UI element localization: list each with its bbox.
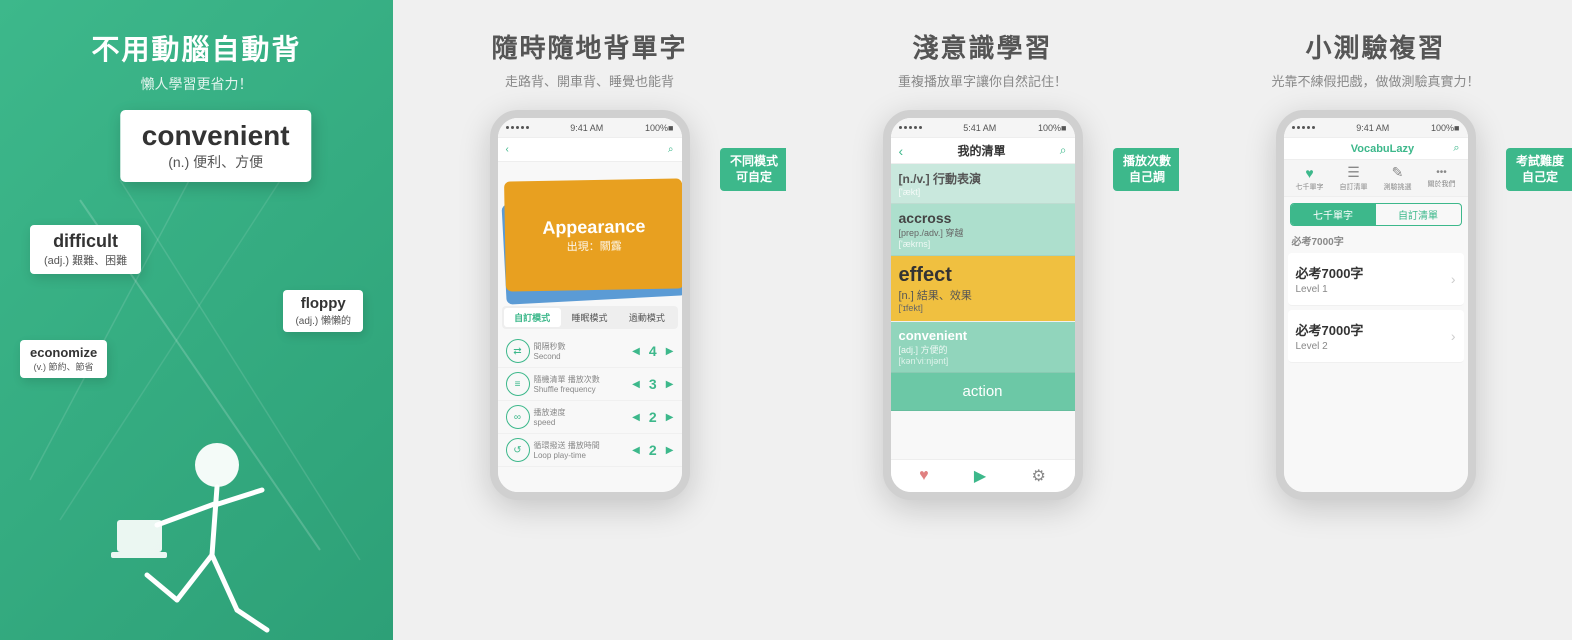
list-row-1[interactable]: 必考7000字 Level 1 › xyxy=(1288,253,1464,306)
word-zh-convenient: (n.) 便利、方便 xyxy=(142,152,290,172)
phone-3-header: ‹ 我的清單 ⌕ xyxy=(891,138,1075,164)
heart-icon[interactable]: ♥ xyxy=(919,467,929,485)
tab-custom[interactable]: 自訂模式 xyxy=(504,308,561,327)
phone-2-statusbar: 9:41 AM 100%■ xyxy=(498,118,682,138)
ctrl-num-4: ◀ 2 ▶ xyxy=(632,442,673,458)
ctrl-inc-2[interactable]: ▶ xyxy=(666,379,674,390)
ctrl-row-3: ∞ 播放速度 speed ◀ 2 ▶ xyxy=(498,401,682,434)
settings-icon[interactable]: ⚙ xyxy=(1032,466,1046,486)
word-card-economize: economize (v.) 節約、節省 xyxy=(20,340,107,378)
panel-1: 不用動腦自動背 懶人學習更省力！ convenient (n.) 便利、方便 d… xyxy=(0,0,393,640)
ctrl-row-1: ⇄ 間隔秒數 Second ◀ 4 ▶ xyxy=(498,335,682,368)
panel-3: 淺意識學習 重複播放單字讓你自然記住！ 播放次數 自己調 5:41 AM 100… xyxy=(786,0,1179,640)
nav-custom-list[interactable]: ☰ 自訂清單 xyxy=(1340,164,1368,192)
ctrl-icon-1: ⇄ xyxy=(506,339,530,363)
word-card-convenient: convenient (n.) 便利、方便 xyxy=(120,110,312,182)
panel-1-title: 不用動腦自動背 xyxy=(91,28,301,68)
ctrl-num-2: ◀ 3 ▶ xyxy=(632,376,673,392)
search-icon-p2[interactable]: ⌕ xyxy=(668,144,674,155)
stick-figure xyxy=(97,415,297,640)
ctrl-inc-1[interactable]: ▶ xyxy=(666,346,674,357)
panel-3-badge: 播放次數 自己調 xyxy=(1113,148,1179,191)
ctrl-dec-4[interactable]: ◀ xyxy=(632,445,640,456)
phone-3-bottom-bar: ♥ ▶ ⚙ xyxy=(891,459,1075,492)
ctrl-dec-2[interactable]: ◀ xyxy=(632,379,640,390)
list-item-3: effect [n.] 結果、效果 ['ɪfekt] xyxy=(891,256,1075,322)
nav-about[interactable]: ••• 關於我們 xyxy=(1428,167,1456,189)
panel-1-subtitle: 懶人學習更省力！ xyxy=(141,74,253,94)
phone-4-nav-icons: ♥ 七千單字 ☰ 自訂清單 ✎ 測驗挑選 ••• 關於我們 xyxy=(1284,160,1468,197)
ctrl-icon-2: ≡ xyxy=(506,372,530,396)
phone-4-statusbar: 9:41 AM 100%■ xyxy=(1284,118,1468,138)
phone-2-nav: ‹ ⌕ xyxy=(498,138,682,162)
search-icon-p3[interactable]: ⌕ xyxy=(1060,143,1067,158)
ctrl-dec-3[interactable]: ◀ xyxy=(632,412,640,423)
phone-2: 9:41 AM 100%■ ‹ ⌕ Baseline 基礎：近難 Ap xyxy=(490,110,690,500)
search-icon-p4[interactable]: ⌕ xyxy=(1453,142,1459,155)
ctrl-row-2: ≡ 隨機清單 播放次數 Shuffle frequency ◀ 3 ▶ xyxy=(498,368,682,401)
word-card-floppy: floppy (adj.) 懶懶的 xyxy=(283,290,363,332)
section-label: 必考7000字 xyxy=(1284,230,1468,251)
word-en-floppy: floppy xyxy=(295,295,351,312)
list-item-2: accross [prep./adv.] 穿越 ['ækrns] xyxy=(891,204,1075,256)
ctrl-num-3: ◀ 2 ▶ xyxy=(632,409,673,425)
panel-4-title: 小測驗複習 xyxy=(1305,28,1445,65)
mode-tabs: 自訂模式 睡眠模式 過動模式 xyxy=(502,306,678,329)
seg-tab-custom[interactable]: 自訂清單 xyxy=(1376,204,1461,225)
chevron-icon-1: › xyxy=(1451,271,1456,287)
nav-seven-words[interactable]: ♥ 七千單字 xyxy=(1296,165,1324,192)
ctrl-row-4: ↺ 循環撥送 播放時間 Loop play-time ◀ 2 ▶ xyxy=(498,434,682,467)
chevron-icon-2: › xyxy=(1451,328,1456,344)
word-zh-floppy: (adj.) 懶懶的 xyxy=(295,312,351,327)
word-en-convenient: convenient xyxy=(142,120,290,152)
ctrl-inc-3[interactable]: ▶ xyxy=(666,412,674,423)
ctrl-icon-4: ↺ xyxy=(506,438,530,462)
phone-4: 9:41 AM 100%■ VocabuLazy ⌕ ♥ 七千單字 xyxy=(1276,110,1476,500)
seg-tab-seven[interactable]: 七千單字 xyxy=(1291,204,1376,225)
ctrl-dec-1[interactable]: ◀ xyxy=(632,346,640,357)
card-yellow: Appearance 出現：關露 xyxy=(504,178,682,291)
panel-4-subtitle: 光靠不練假把戲，做做測驗真實力！ xyxy=(1271,71,1479,90)
ctrl-inc-4[interactable]: ▶ xyxy=(666,445,674,456)
list-item-4: convenient [adj.] 方便的 [kən'viːnjənt] xyxy=(891,322,1075,373)
panel-3-title: 淺意識學習 xyxy=(912,28,1052,65)
list-item-5: action xyxy=(891,373,1075,411)
tab-active[interactable]: 過動模式 xyxy=(618,308,675,327)
panel-2: 隨時隨地背單字 走路背、開車背、睡覺也能背 不同模式 可自定 9:41 AM 1… xyxy=(393,0,786,640)
back-icon[interactable]: ‹ xyxy=(506,144,509,155)
word-card-difficult: difficult (adj.) 艱難、困難 xyxy=(30,225,141,274)
seg-tabs: 七千單字 自訂清單 xyxy=(1290,203,1462,226)
panel-2-subtitle: 走路背、開車背、睡覺也能背 xyxy=(505,71,674,90)
phone-4-header: VocabuLazy ⌕ xyxy=(1284,138,1468,160)
word-en-difficult: difficult xyxy=(44,231,127,252)
phone-3-statusbar: 5:41 AM 100%■ xyxy=(891,118,1075,138)
play-icon[interactable]: ▶ xyxy=(974,466,986,486)
word-en-economize: economize xyxy=(30,345,97,360)
panel-2-title: 隨時隨地背單字 xyxy=(491,28,687,65)
panel-3-subtitle: 重複播放單字讓你自然記住！ xyxy=(898,71,1067,90)
nav-test[interactable]: ✎ 測驗挑選 xyxy=(1384,164,1412,192)
word-zh-difficult: (adj.) 艱難、困難 xyxy=(44,252,127,268)
list-row-2[interactable]: 必考7000字 Level 2 › xyxy=(1288,310,1464,363)
phone-3: 5:41 AM 100%■ ‹ 我的清單 ⌕ [n./v.] 行動表演 ['æk… xyxy=(883,110,1083,500)
card-stack: Baseline 基礎：近難 Appearance 出現：關露 xyxy=(504,170,676,300)
panel-4-badge: 考試難度 自己定 xyxy=(1506,148,1572,191)
panel-2-badge: 不同模式 可自定 xyxy=(720,148,786,191)
tab-sleep[interactable]: 睡眠模式 xyxy=(561,308,618,327)
word-zh-economize: (v.) 節約、節省 xyxy=(30,360,97,373)
panel-4: 小測驗複習 光靠不練假把戲，做做測驗真實力！ 考試難度 自己定 9:41 AM … xyxy=(1179,0,1572,640)
ctrl-icon-3: ∞ xyxy=(506,405,530,429)
ctrl-num-1: ◀ 4 ▶ xyxy=(632,343,673,359)
list-item-1: [n./v.] 行動表演 ['ækt] xyxy=(891,164,1075,204)
